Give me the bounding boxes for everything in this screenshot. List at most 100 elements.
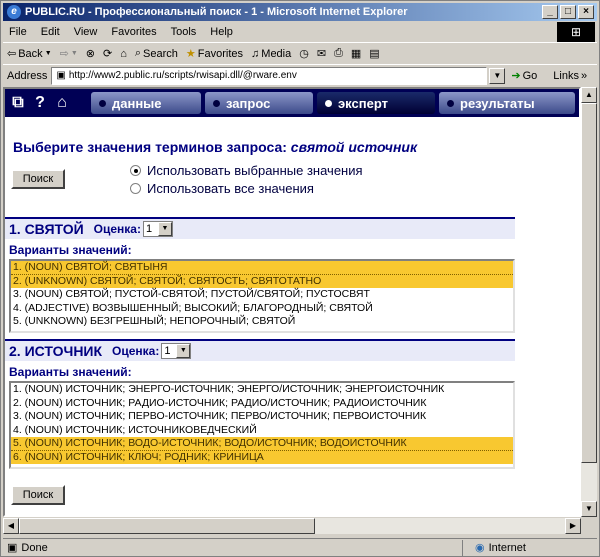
- go-button[interactable]: ➔ Go: [511, 69, 537, 83]
- tab-results[interactable]: результаты: [439, 92, 575, 114]
- list-item[interactable]: 4. (ADJECTIVE) ВОЗВЫШЕННЫЙ; ВЫСОКИЙ; БЛА…: [11, 302, 513, 316]
- menu-view[interactable]: View: [74, 26, 98, 38]
- mail-button[interactable]: ✉: [317, 47, 326, 60]
- address-bar: Address ▣ http://www2.public.ru/scripts/…: [3, 64, 597, 86]
- horizontal-scrollbar[interactable]: ◀ ▶: [3, 518, 581, 534]
- back-button[interactable]: ⇦ Back ▼: [7, 47, 52, 61]
- minimize-button[interactable]: _: [542, 5, 558, 19]
- ie-logo-icon: e: [7, 5, 21, 19]
- refresh-icon: ⟳: [103, 48, 113, 60]
- home-button[interactable]: ⌂: [120, 48, 127, 60]
- go-arrow-icon: ➔: [511, 70, 521, 82]
- search-icon: ⌕: [134, 47, 142, 59]
- list-item[interactable]: 4. (NOUN) ИСТОЧНИК; ИСТОЧНИКОВЕДЧЕСКИЙ: [11, 424, 513, 438]
- variants-label: Варианты значений:: [9, 365, 132, 379]
- scroll-right-icon[interactable]: ▶: [565, 518, 581, 534]
- favorites-button[interactable]: ★ Favorites: [186, 47, 243, 61]
- mail-icon: ✉: [316, 48, 327, 60]
- discuss-icon: ▤: [369, 48, 380, 60]
- refresh-button[interactable]: ⟳: [103, 47, 112, 60]
- forward-arrow-icon: ⇨: [59, 48, 69, 60]
- edit-button[interactable]: ▦: [351, 47, 361, 60]
- scroll-down-icon[interactable]: ▼: [581, 501, 597, 517]
- help-icon[interactable]: ?: [31, 94, 49, 112]
- tab-bullet-icon: [447, 99, 454, 107]
- status-bar: ▣ Done ◉ Internet: [3, 538, 597, 556]
- internet-zone-icon: ◉: [475, 542, 485, 554]
- menu-bar: File Edit View Favorites Tools Help: [3, 22, 597, 42]
- vertical-scrollbar[interactable]: ▲ ▼: [581, 87, 597, 517]
- radio-use-selected[interactable]: Использовать выбранные значения: [130, 163, 363, 178]
- tab-data[interactable]: данные: [91, 92, 201, 114]
- tab-bullet-icon: [99, 99, 106, 107]
- dropdown-arrow-icon: ▼: [44, 50, 52, 57]
- list-item[interactable]: 3. (NOUN) ИСТОЧНИК; ПЕРВО-ИСТОЧНИК; ПЕРВ…: [11, 410, 513, 424]
- history-button[interactable]: ◷: [299, 47, 309, 60]
- back-arrow-icon: ⇦: [7, 48, 17, 60]
- search-submit-button[interactable]: Поиск: [11, 485, 65, 505]
- toolbar: ⇦ Back ▼ ⇨ ▼ ⊗ ⟳ ⌂ ⌕ Search ★ Favorites …: [3, 42, 597, 64]
- list-item[interactable]: 1. (NOUN) СВЯТОЙ; СВЯТЫНЯ: [11, 261, 513, 275]
- forward-button[interactable]: ⇨ ▼: [60, 47, 78, 60]
- search-button[interactable]: ⌕ Search: [135, 47, 178, 60]
- scroll-thumb[interactable]: [19, 518, 315, 534]
- list-item[interactable]: 3. (NOUN) СВЯТОЙ; ПУСТОЙ-СВЯТОЙ; ПУСТОЙ/…: [11, 288, 513, 302]
- list-item[interactable]: 1. (NOUN) ИСТОЧНИК; ЭНЕРГО-ИСТОЧНИК; ЭНЕ…: [11, 383, 513, 397]
- variants-list[interactable]: 1. (NOUN) СВЯТОЙ; СВЯТЫНЯ 2. (UNKNOWN) С…: [9, 259, 515, 333]
- query-text: святой источник: [290, 139, 418, 155]
- search-submit-button[interactable]: Поиск: [11, 169, 65, 189]
- zone-text: Internet: [488, 541, 526, 554]
- home-icon[interactable]: ⌂: [53, 94, 71, 112]
- variants-list[interactable]: 1. (NOUN) ИСТОЧНИК; ЭНЕРГО-ИСТОЧНИК; ЭНЕ…: [9, 381, 515, 469]
- dropdown-arrow-icon[interactable]: ▼: [157, 222, 172, 236]
- term-section-header: 2. ИСТОЧНИК Оценка: 1 ▼: [5, 339, 515, 361]
- term-section-header: 1. СВЯТОЙ Оценка: 1 ▼: [5, 217, 515, 239]
- tab-expert[interactable]: эксперт: [317, 92, 435, 114]
- list-item[interactable]: 5. (NOUN) ИСТОЧНИК; ВОДО-ИСТОЧНИК; ВОДО/…: [11, 437, 513, 451]
- tab-bullet-icon: [325, 99, 332, 107]
- score-select[interactable]: 1 ▼: [161, 343, 192, 359]
- page-viewport: ⧉ ? ⌂ данные запрос эксперт результаты В…: [3, 87, 581, 517]
- dropdown-arrow-icon: ▼: [70, 50, 78, 57]
- windows-icon[interactable]: ⧉: [9, 94, 27, 112]
- variants-label: Варианты значений:: [9, 243, 132, 257]
- menu-edit[interactable]: Edit: [41, 26, 60, 38]
- radio-button[interactable]: [130, 183, 141, 194]
- discuss-button[interactable]: ▤: [369, 47, 379, 60]
- scroll-up-icon[interactable]: ▲: [581, 87, 597, 103]
- tab-bullet-icon: [213, 99, 220, 107]
- browser-window: e PUBLIC.RU - Профессиональный поиск - 1…: [0, 0, 600, 557]
- links-label[interactable]: Links: [553, 70, 579, 82]
- links-chevron-icon[interactable]: »: [581, 70, 587, 82]
- list-item[interactable]: 2. (NOUN) ИСТОЧНИК; РАДИО-ИСТОЧНИК; РАДИ…: [11, 397, 513, 411]
- tab-query[interactable]: запрос: [205, 92, 313, 114]
- media-icon: ♫: [251, 47, 260, 60]
- scroll-thumb[interactable]: [581, 103, 597, 463]
- radio-button[interactable]: [130, 165, 141, 176]
- print-button[interactable]: ⎙: [334, 47, 343, 60]
- page-title: Выберите значения терминов запроса: свят…: [13, 139, 418, 155]
- stop-icon: ⊗: [85, 48, 95, 60]
- print-icon: ⎙: [334, 47, 343, 59]
- score-select[interactable]: 1 ▼: [142, 221, 173, 237]
- address-url: http://www2.public.ru/scripts/rwisapi.dl…: [68, 70, 297, 81]
- address-input[interactable]: ▣ http://www2.public.ru/scripts/rwisapi.…: [51, 66, 488, 85]
- list-item[interactable]: 5. (UNKNOWN) БЕЗГРЕШНЫЙ; НЕПОРОЧНЫЙ; СВЯ…: [11, 315, 513, 329]
- history-icon: ◷: [299, 48, 309, 60]
- menu-file[interactable]: File: [9, 26, 27, 38]
- list-item[interactable]: 6. (NOUN) ИСТОЧНИК; КЛЮЧ; РОДНИК; КРИНИЦ…: [11, 450, 513, 464]
- edit-icon: ▦: [350, 48, 362, 60]
- list-item[interactable]: 2. (UNKNOWN) СВЯТОЙ; СВЯТОЙ; СВЯТОСТЬ; С…: [11, 274, 513, 288]
- dropdown-arrow-icon[interactable]: ▼: [176, 344, 191, 358]
- menu-tools[interactable]: Tools: [171, 26, 197, 38]
- address-dropdown-button[interactable]: ▼: [489, 67, 506, 84]
- close-button[interactable]: ×: [578, 5, 594, 19]
- menu-favorites[interactable]: Favorites: [111, 26, 156, 38]
- stop-button[interactable]: ⊗: [86, 47, 95, 60]
- page-done-icon: ▣: [7, 542, 18, 554]
- scroll-left-icon[interactable]: ◀: [3, 518, 19, 534]
- menu-help[interactable]: Help: [210, 26, 233, 38]
- media-button[interactable]: ♫ Media: [251, 48, 291, 60]
- radio-use-all[interactable]: Использовать все значения: [130, 181, 314, 196]
- maximize-button[interactable]: □: [560, 5, 576, 19]
